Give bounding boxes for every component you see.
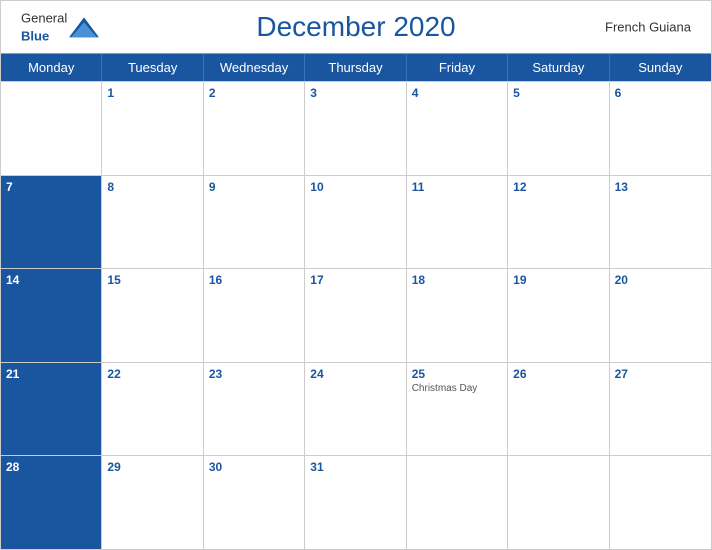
day-cell: 7 [1, 176, 102, 269]
day-cell: 30 [204, 456, 305, 549]
day-cell: 18 [407, 269, 508, 362]
logo-general-text: General [21, 10, 67, 25]
day-cell: 29 [102, 456, 203, 549]
day-cell: 28 [1, 456, 102, 549]
day-cell: 15 [102, 269, 203, 362]
week-row: 7 8 9 10 11 12 13 [1, 175, 711, 269]
day-cell: 14 [1, 269, 102, 362]
week-row: 21 22 23 24 25 Christmas Day 26 27 [1, 362, 711, 456]
day-cell: 10 [305, 176, 406, 269]
day-cell: 24 [305, 363, 406, 456]
day-cell: 6 [610, 82, 711, 175]
header-saturday: Saturday [508, 54, 609, 81]
day-cell [1, 82, 102, 175]
day-cell: 11 [407, 176, 508, 269]
day-cell: 12 [508, 176, 609, 269]
day-headers: Monday Tuesday Wednesday Thursday Friday… [1, 54, 711, 81]
calendar-container: General Blue December 2020 French Guiana… [0, 0, 712, 550]
calendar-grid: Monday Tuesday Wednesday Thursday Friday… [1, 53, 711, 549]
day-cell: 31 [305, 456, 406, 549]
weeks-container: 1 2 3 4 5 6 7 8 9 10 11 12 13 14 15 16 [1, 81, 711, 549]
header-friday: Friday [407, 54, 508, 81]
header-sunday: Sunday [610, 54, 711, 81]
day-cell-christmas: 25 Christmas Day [407, 363, 508, 456]
logo: General Blue [21, 9, 99, 44]
calendar-header: General Blue December 2020 French Guiana [1, 1, 711, 53]
day-cell: 21 [1, 363, 102, 456]
day-cell: 27 [610, 363, 711, 456]
day-cell: 16 [204, 269, 305, 362]
holiday-label: Christmas Day [412, 383, 502, 394]
day-cell: 2 [204, 82, 305, 175]
day-cell: 20 [610, 269, 711, 362]
header-tuesday: Tuesday [102, 54, 203, 81]
day-cell: 26 [508, 363, 609, 456]
day-cell: 19 [508, 269, 609, 362]
day-cell: 17 [305, 269, 406, 362]
week-row: 14 15 16 17 18 19 20 [1, 268, 711, 362]
day-cell: 8 [102, 176, 203, 269]
region-label: French Guiana [605, 20, 691, 35]
week-row: 28 29 30 31 [1, 455, 711, 549]
month-title: December 2020 [256, 11, 455, 43]
header-thursday: Thursday [305, 54, 406, 81]
logo-blue-text: Blue [21, 28, 49, 43]
day-cell: 1 [102, 82, 203, 175]
day-cell: 3 [305, 82, 406, 175]
logo-icon [69, 17, 99, 37]
day-cell: 5 [508, 82, 609, 175]
day-cell: 13 [610, 176, 711, 269]
day-cell [407, 456, 508, 549]
header-wednesday: Wednesday [204, 54, 305, 81]
day-cell: 4 [407, 82, 508, 175]
week-row: 1 2 3 4 5 6 [1, 81, 711, 175]
header-monday: Monday [1, 54, 102, 81]
day-cell: 9 [204, 176, 305, 269]
day-cell: 23 [204, 363, 305, 456]
day-cell: 22 [102, 363, 203, 456]
day-cell [508, 456, 609, 549]
day-cell [610, 456, 711, 549]
